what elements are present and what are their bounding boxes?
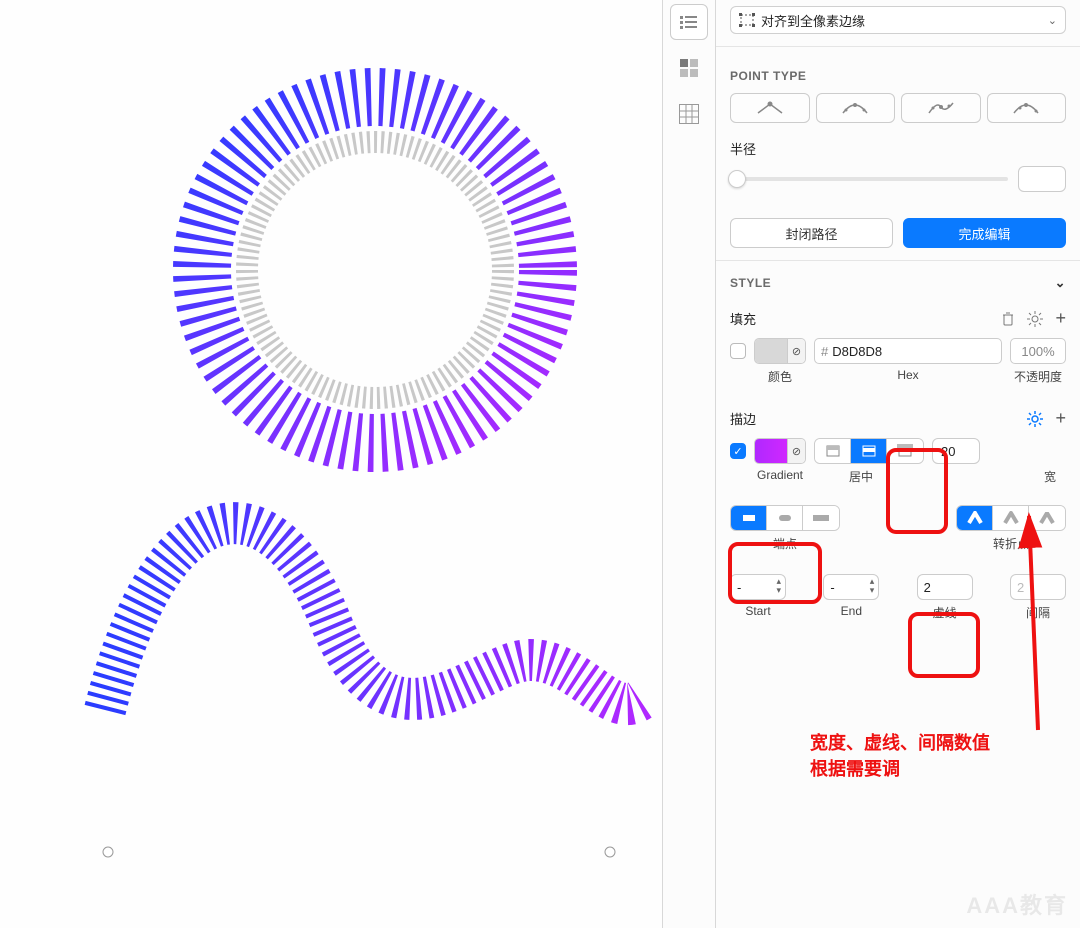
pixel-align-dropdown-label: 对齐到全像素边缘 <box>761 11 865 30</box>
cap-square-icon <box>812 512 830 524</box>
point-type-asymmetric-button[interactable] <box>987 93 1067 123</box>
align-inside-icon <box>825 444 841 458</box>
view-list-button[interactable] <box>670 4 708 40</box>
slider-thumb[interactable] <box>728 170 746 188</box>
join-miter[interactable] <box>957 506 993 530</box>
fill-opacity-input[interactable]: 100% <box>1010 338 1066 364</box>
point-type-straight-button[interactable] <box>730 93 810 123</box>
join-round-icon <box>1003 511 1019 525</box>
stroke-align-inside[interactable] <box>815 439 851 463</box>
inspector-panel: 对齐到全像素边缘 ⌄ POINT TYPE 半径 封闭路径 完成编辑 STYLE… <box>716 0 1080 928</box>
pt-straight-icon <box>756 101 784 115</box>
view-toolbar <box>662 0 716 928</box>
bounds-icon <box>739 13 755 27</box>
stroke-width-input[interactable]: 20 <box>932 438 980 464</box>
fill-enable-checkbox[interactable] <box>730 343 746 359</box>
grid-icon <box>680 59 698 77</box>
join-bevel[interactable] <box>1029 506 1065 530</box>
pixel-grid-icon <box>679 104 699 124</box>
stroke-options-gear-icon[interactable] <box>1027 411 1043 427</box>
add-stroke-button[interactable]: + <box>1055 411 1066 427</box>
fill-title: 填充 <box>730 309 756 328</box>
pt-asym-icon <box>1012 101 1040 115</box>
point-type-disconnected-button[interactable] <box>901 93 981 123</box>
link-icon[interactable]: ⊘ <box>787 339 805 363</box>
gap-input[interactable]: 2 <box>1010 574 1066 600</box>
list-icon <box>680 15 698 29</box>
arrow-start-input[interactable]: -▴▾ <box>730 574 786 600</box>
add-fill-button[interactable]: + <box>1055 311 1066 327</box>
gear-icon[interactable] <box>1027 311 1043 327</box>
stroke-align-outside[interactable] <box>887 439 923 463</box>
pt-mirrored-icon <box>841 101 869 115</box>
align-outside-icon <box>897 444 913 458</box>
canvas[interactable] <box>0 0 662 928</box>
cap-square[interactable] <box>803 506 839 530</box>
join-bevel-icon <box>1039 511 1055 525</box>
watermark: AAA教育 <box>966 888 1068 920</box>
join-miter-icon <box>967 511 983 525</box>
chevron-down-icon: ⌄ <box>1048 14 1057 27</box>
dash-input[interactable]: 2 <box>917 574 973 600</box>
view-pixel-grid-button[interactable] <box>670 96 708 132</box>
stroke-color-swatch[interactable]: ⊘ <box>754 438 806 464</box>
stroke-title: 描边 <box>730 409 756 428</box>
stroke-align-segmented[interactable] <box>814 438 924 464</box>
align-center-icon <box>861 444 877 458</box>
stroke-cap-segmented[interactable] <box>730 505 840 531</box>
link-icon[interactable]: ⊘ <box>787 439 805 463</box>
arrow-end-input[interactable]: -▴▾ <box>823 574 879 600</box>
finish-edit-button[interactable]: 完成编辑 <box>903 218 1066 248</box>
cap-round-icon <box>776 512 794 524</box>
radius-input[interactable] <box>1018 166 1066 192</box>
fill-hex-input[interactable]: # D8D8D8 <box>814 338 1002 364</box>
canvas-artwork <box>0 0 662 928</box>
trash-icon[interactable] <box>1001 311 1015 327</box>
close-path-button[interactable]: 封闭路径 <box>730 218 893 248</box>
style-section-title: STYLE <box>730 276 771 290</box>
point-type-mirrored-button[interactable] <box>816 93 896 123</box>
cap-butt[interactable] <box>731 506 767 530</box>
pt-disc-icon <box>927 101 955 115</box>
stroke-enable-checkbox[interactable]: ✓ <box>730 443 746 459</box>
radius-label: 半径 <box>730 139 1066 158</box>
cap-butt-icon <box>740 512 758 524</box>
point-type-title: POINT TYPE <box>730 69 1066 83</box>
view-grid-button[interactable] <box>670 50 708 86</box>
join-round[interactable] <box>993 506 1029 530</box>
annotation-text: 宽度、虚线、间隔数值 根据需要调 <box>810 730 990 782</box>
cap-round[interactable] <box>767 506 803 530</box>
pixel-align-dropdown[interactable]: 对齐到全像素边缘 ⌄ <box>730 6 1066 34</box>
fill-color-swatch[interactable]: ⊘ <box>754 338 806 364</box>
chevron-down-icon[interactable]: ⌄ <box>1055 275 1066 291</box>
stroke-align-center[interactable] <box>851 439 887 463</box>
radius-slider[interactable] <box>730 177 1008 181</box>
stroke-join-segmented[interactable] <box>956 505 1066 531</box>
